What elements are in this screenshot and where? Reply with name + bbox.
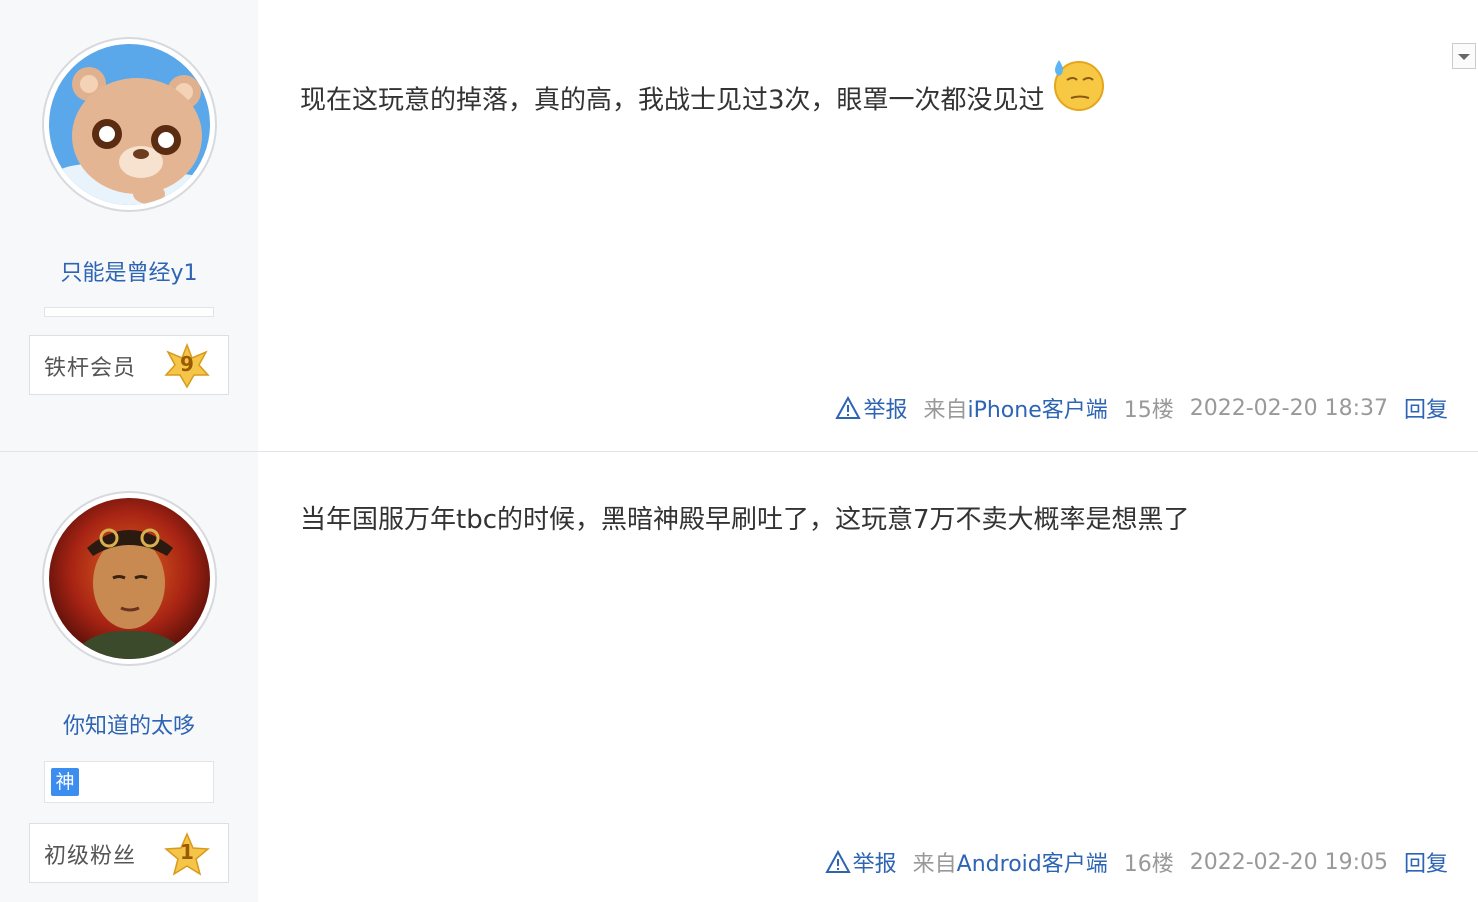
client-link[interactable]: Android客户端: [957, 852, 1108, 877]
user-badge-bar: [44, 307, 214, 317]
post-text: 现在这玩意的掉落，真的高，我战士见过3次，眼罩一次都没见过: [300, 85, 1045, 116]
user-sidebar: 你知道的太哆 神 初级粉丝 1: [0, 452, 258, 902]
source-prefix: 来自: [912, 852, 957, 877]
username[interactable]: 只能是曾经y1: [0, 255, 258, 287]
user-level-badge[interactable]: 铁杆会员 9: [29, 335, 229, 395]
report-link[interactable]: 举报: [835, 392, 907, 424]
avatar-frame[interactable]: [42, 491, 217, 666]
floor-number: 16楼: [1123, 852, 1174, 877]
level-number: 1: [180, 840, 194, 864]
warning-icon: [824, 850, 851, 873]
post-source: 来自iPhone客户端: [923, 392, 1107, 424]
level-number: 9: [180, 352, 194, 376]
level-name: 铁杆会员: [44, 356, 137, 381]
avatar[interactable]: [49, 498, 210, 659]
floor-number: 15楼: [1123, 398, 1174, 423]
post-tail: 举报 来自Android客户端 16楼 2022-02-20 19:05 回复: [824, 846, 1448, 878]
collapse-dropdown-button[interactable]: [1452, 43, 1476, 69]
source-prefix: 来自: [923, 398, 968, 423]
post-content: 当年国服万年tbc的时候，黑暗神殿早刷吐了，这玩意7万不卖大概率是想黑了: [300, 499, 1190, 536]
post-content: 现在这玩意的掉落，真的高，我战士见过3次，眼罩一次都没见过: [300, 60, 1105, 130]
user-badge-bar: 神: [44, 761, 214, 803]
post-time: 2022-02-20 19:05: [1189, 849, 1388, 875]
user-sidebar: 只能是曾经y1 铁杆会员 9: [0, 0, 258, 451]
level-name: 初级粉丝: [44, 844, 137, 869]
sweat-emoji-icon: [1053, 60, 1104, 111]
warning-icon: [835, 396, 862, 419]
chevron-down-icon: [1458, 54, 1470, 60]
report-label: 举报: [863, 398, 908, 423]
post-text: 当年国服万年tbc的时候，黑暗神殿早刷吐了，这玩意7万不卖大概率是想黑了: [300, 505, 1190, 535]
god-badge[interactable]: 神: [51, 768, 79, 796]
user-level-badge[interactable]: 初级粉丝 1: [29, 823, 229, 883]
reply-link[interactable]: 回复: [1404, 846, 1448, 878]
avatar-frame[interactable]: [42, 37, 217, 212]
avatar[interactable]: [49, 44, 210, 205]
username[interactable]: 你知道的太哆: [0, 708, 258, 740]
client-link[interactable]: iPhone客户端: [967, 398, 1107, 423]
post-source: 来自Android客户端: [913, 846, 1108, 878]
post-time: 2022-02-20 18:37: [1189, 395, 1388, 421]
report-link[interactable]: 举报: [824, 846, 897, 878]
post-floor-15: 只能是曾经y1 铁杆会员 9 现在这玩意的掉落，真的高，我战士见过3次，眼罩一次…: [0, 0, 1478, 451]
report-label: 举报: [852, 852, 897, 877]
reply-link[interactable]: 回复: [1404, 392, 1448, 424]
post-floor-16: 你知道的太哆 神 初级粉丝 1 当年国服万年tbc的时候，黑暗神殿早刷吐了，这玩…: [0, 452, 1478, 902]
post-tail: 举报 来自iPhone客户端 15楼 2022-02-20 18:37 回复: [835, 392, 1448, 424]
